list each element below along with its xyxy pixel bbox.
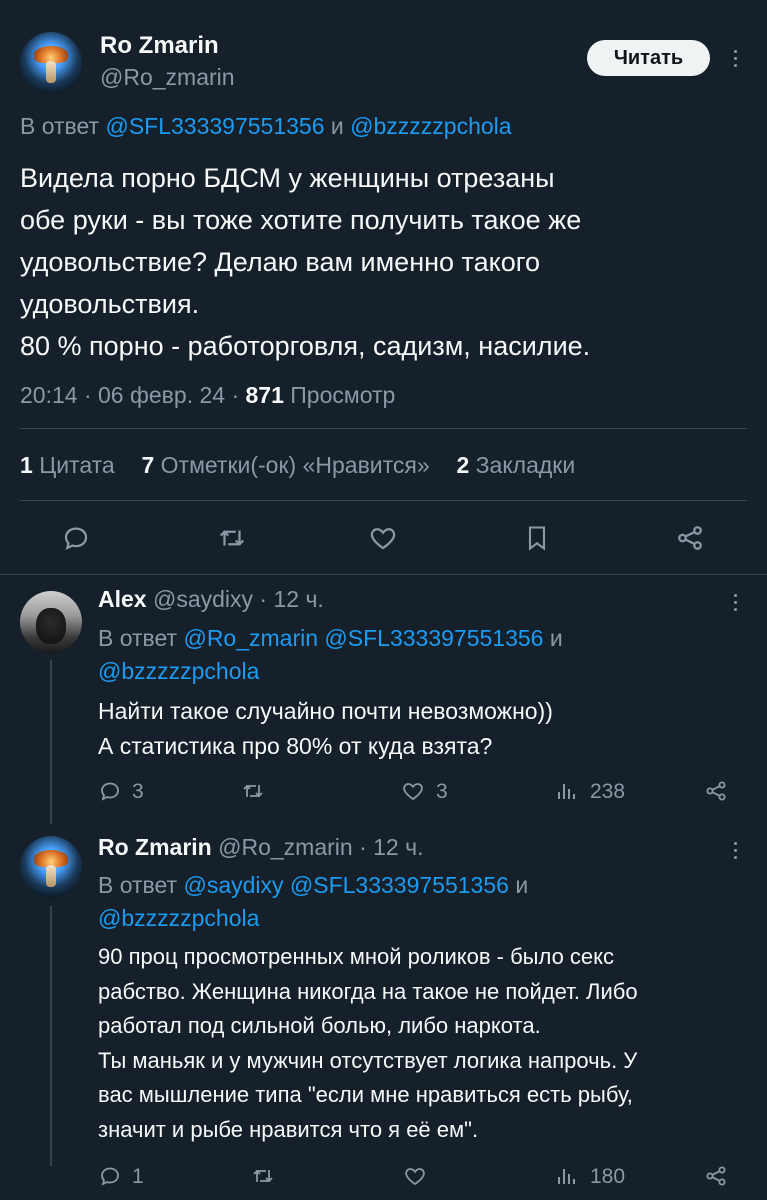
- tweet-text: Видела порно БДСМ у женщины отрезаны обе…: [20, 163, 591, 361]
- reply-header: Ro Zmarin @Ro_zmarin · 12 ч.: [98, 834, 423, 861]
- reply-text: Найти такое случайно почти невозможно)) …: [98, 698, 553, 759]
- reply-count: 1: [132, 1165, 144, 1188]
- reply-actions: 1 180: [98, 1163, 738, 1193]
- retweet-icon[interactable]: [250, 1164, 276, 1188]
- reply-author-name[interactable]: Ro Zmarin: [98, 834, 212, 860]
- views-icon[interactable]: [554, 1164, 578, 1188]
- reply-meta[interactable]: @Ro_zmarin · 12 ч.: [218, 834, 423, 860]
- reply-author-name[interactable]: Alex: [98, 586, 147, 612]
- author-name[interactable]: Ro Zmarin: [100, 32, 219, 60]
- views-label: Просмотр: [290, 382, 396, 408]
- views-count: 180: [590, 1165, 626, 1188]
- tweet-time[interactable]: 20:14 · 06 февр. 24 ·: [20, 382, 239, 408]
- reply-context: В ответ @saydixy @SFL333397551356 и @bzz…: [98, 872, 529, 931]
- mention-link[interactable]: @SFL333397551356: [105, 113, 324, 139]
- divider: [20, 500, 747, 501]
- follow-button[interactable]: Читать: [587, 40, 710, 76]
- reply-actions: 3 3 238: [98, 778, 738, 808]
- mention-link[interactable]: @bzzzzzpchola: [98, 905, 259, 931]
- more-icon[interactable]: [725, 46, 745, 70]
- author-avatar[interactable]: [20, 32, 82, 94]
- author-handle[interactable]: @Ro_zmarin: [100, 64, 235, 91]
- thread-line: [50, 660, 52, 824]
- views-icon[interactable]: [554, 779, 578, 803]
- tweet-timestamp: 20:14 · 06 февр. 24 · 871 Просмотр: [20, 382, 395, 409]
- reply-avatar[interactable]: [20, 836, 82, 898]
- more-icon[interactable]: [725, 838, 745, 862]
- reply-count: 3: [132, 780, 144, 803]
- reply-avatar[interactable]: [20, 591, 82, 653]
- mention-link[interactable]: @bzzzzzpchola: [350, 113, 511, 139]
- reply-icon[interactable]: [98, 779, 122, 803]
- views-count: 871: [245, 382, 284, 408]
- mention-link[interactable]: @saydixy: [183, 872, 283, 898]
- reply-header: Alex @saydixy · 12 ч.: [98, 586, 324, 613]
- mention-link[interactable]: @SFL333397551356: [290, 872, 509, 898]
- heart-icon[interactable]: [403, 1164, 427, 1188]
- divider: [0, 574, 767, 575]
- thread-line: [50, 906, 52, 1166]
- bookmark-icon[interactable]: [523, 523, 551, 553]
- quotes-stat[interactable]: 1 Цитата: [20, 452, 115, 478]
- reply-context: В ответ @Ro_zmarin @SFL333397551356 и @b…: [98, 625, 563, 684]
- reply-context: В ответ @SFL333397551356 и @bzzzzzpchola: [20, 113, 512, 139]
- reply-icon[interactable]: [61, 523, 91, 553]
- reply-icon[interactable]: [98, 1164, 122, 1188]
- heart-icon[interactable]: [401, 779, 425, 803]
- share-icon[interactable]: [704, 779, 728, 803]
- tweet-stats: 1 Цитата 7 Отметки(-ок) «Нравится» 2 Зак…: [20, 452, 575, 479]
- likes-stat[interactable]: 7 Отметки(-ок) «Нравится»: [141, 452, 429, 478]
- views-count: 238: [590, 780, 626, 803]
- divider: [20, 428, 747, 429]
- share-icon[interactable]: [675, 523, 705, 553]
- bookmarks-stat[interactable]: 2 Закладки: [456, 452, 575, 478]
- reply-text: 90 проц просмотренных мной роликов - был…: [98, 944, 638, 1142]
- like-count: 3: [436, 780, 448, 803]
- retweet-icon[interactable]: [240, 779, 266, 803]
- retweet-icon[interactable]: [216, 523, 248, 553]
- mention-link[interactable]: @bzzzzzpchola: [98, 658, 259, 684]
- mention-link[interactable]: @Ro_zmarin: [183, 625, 318, 651]
- share-icon[interactable]: [704, 1164, 728, 1188]
- more-icon[interactable]: [725, 590, 745, 614]
- heart-icon[interactable]: [368, 523, 398, 553]
- reply-meta[interactable]: @saydixy · 12 ч.: [153, 586, 324, 612]
- mention-link[interactable]: @SFL333397551356: [324, 625, 543, 651]
